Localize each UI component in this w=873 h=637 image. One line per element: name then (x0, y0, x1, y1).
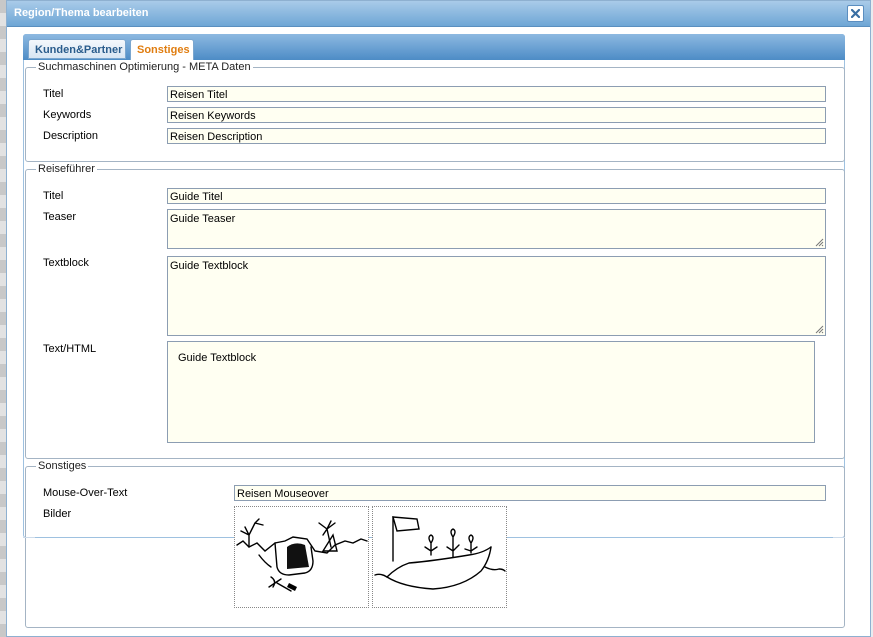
guide-teaser-label: Teaser (43, 211, 77, 223)
boat-sketch-image (374, 516, 506, 590)
guide-teaser-textarea[interactable]: Guide Teaser (167, 209, 826, 249)
mouseover-input[interactable]: Reisen Mouseover (234, 485, 826, 501)
seo-keywords-input[interactable]: Reisen Keywords (167, 107, 826, 123)
panel-edge-line (833, 537, 845, 538)
seo-description-label: Description (43, 130, 99, 142)
guide-legend: Reiseführer (36, 163, 97, 176)
mouseover-label: Mouse-Over-Text (43, 487, 128, 499)
dialog-title: Region/Thema bearbeiten (14, 7, 149, 19)
guide-html-editor[interactable]: Guide Textblock (167, 341, 815, 443)
image-thumbnail[interactable] (234, 506, 369, 608)
guide-html-text: Guide Textblock (178, 352, 257, 364)
guide-textblock-label: Textblock (43, 257, 89, 269)
guide-html-label: Text/HTML (43, 343, 97, 355)
seo-keywords-label: Keywords (43, 109, 92, 121)
seo-titel-input[interactable]: Reisen Titel (167, 86, 826, 102)
dialog-titlebar[interactable]: Region/Thema bearbeiten (7, 1, 870, 27)
guide-teaser-text: Guide Teaser (170, 213, 236, 225)
seo-description-input[interactable]: Reisen Description (167, 128, 826, 144)
close-button[interactable] (847, 5, 864, 22)
seo-titel-label: Titel (43, 88, 64, 100)
guide-textblock-textarea[interactable]: Guide Textblock (167, 256, 826, 336)
tab-sonstiges[interactable]: Sonstiges (130, 39, 194, 60)
resize-grip-icon[interactable] (814, 324, 824, 334)
seo-legend: Suchmaschinen Optimierung - META Daten (36, 61, 253, 74)
bilder-label: Bilder (43, 508, 72, 520)
close-icon (851, 9, 860, 18)
tab-kunden-partner[interactable]: Kunden&Partner (28, 39, 126, 59)
tab-strip: Kunden&Partner Sonstiges (23, 34, 845, 60)
island-sketch-image (236, 518, 368, 592)
guide-titel-input[interactable]: Guide Titel (167, 188, 826, 204)
resize-grip-icon[interactable] (814, 237, 824, 247)
panel-edge-line (23, 537, 35, 538)
image-thumbnail[interactable] (372, 506, 507, 608)
misc-legend: Sonstiges (36, 460, 89, 473)
guide-titel-label: Titel (43, 190, 64, 202)
guide-textblock-text: Guide Textblock (170, 260, 249, 272)
edit-dialog: Region/Thema bearbeiten Kunden&Partner S… (6, 0, 871, 637)
